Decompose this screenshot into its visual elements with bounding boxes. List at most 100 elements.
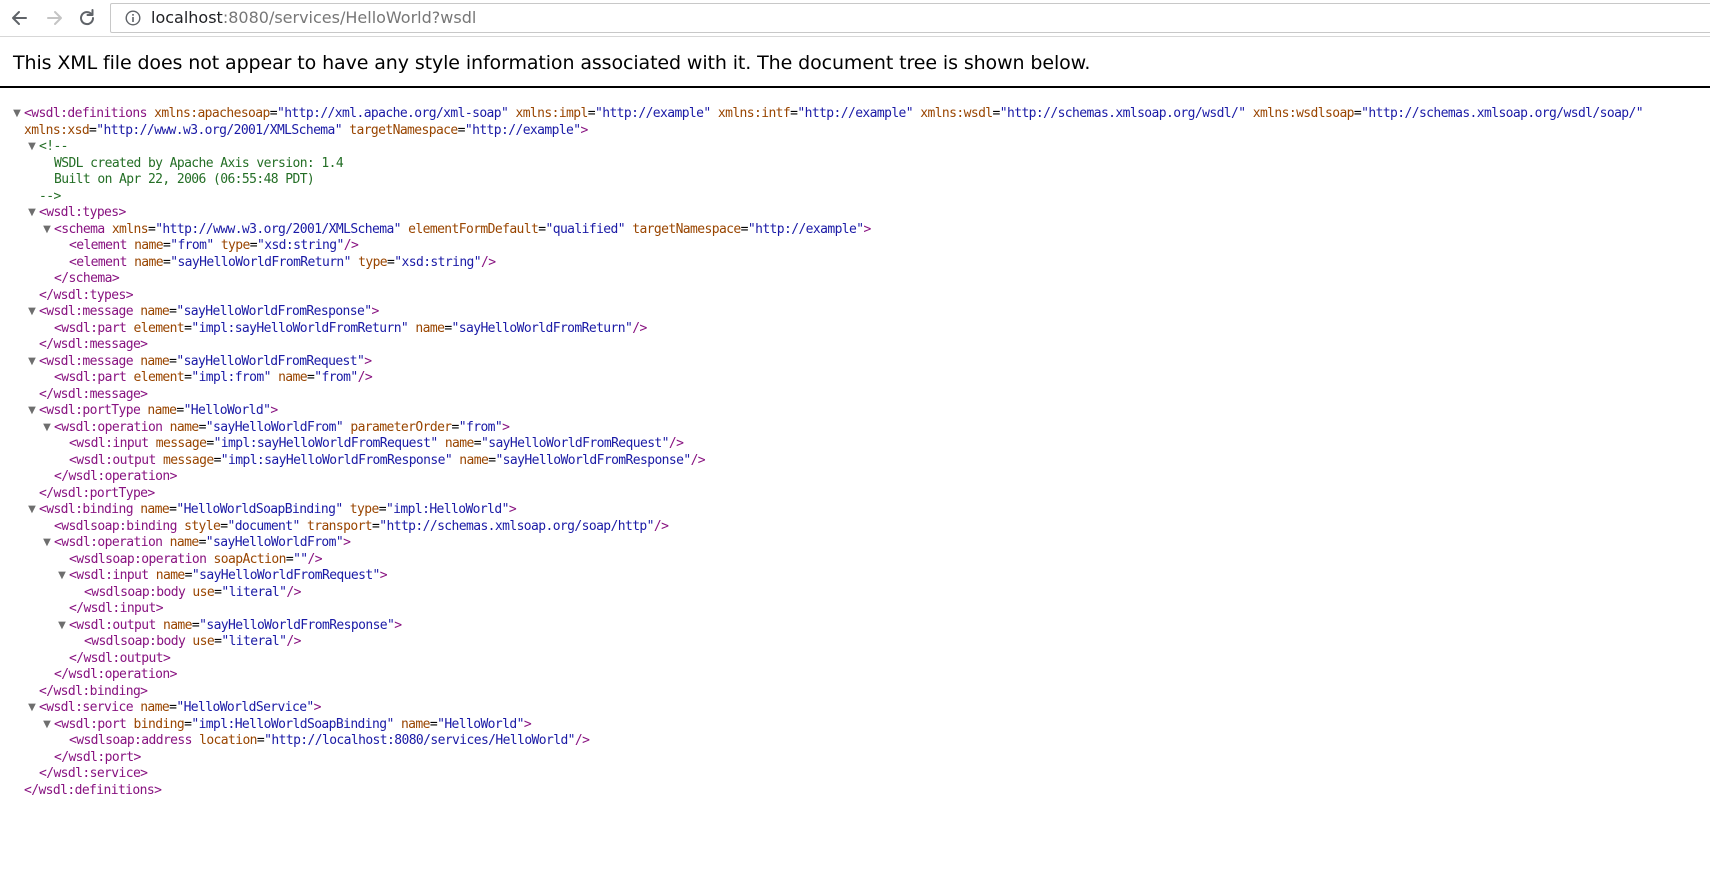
expand-triangle-icon[interactable]: ▼ [42,534,52,552]
tag-open: <wsdlsoap:address [69,733,192,748]
expand-triangle-icon[interactable]: ▼ [42,419,52,437]
tag-open: </wsdl:definitions> [24,782,162,798]
attribute-name: name [415,320,445,336]
tag-open: <element [69,238,127,253]
attribute-name: location [199,733,257,748]
tag-open: <wsdl:output [69,452,156,468]
attribute-name: type [349,502,380,517]
attribute-value: "sayHelloWorldFromReturn" [170,254,351,270]
xml-comment-line: --> [39,188,61,206]
attribute-name: style [184,518,221,534]
attribute-value: "from" [458,419,503,435]
expand-triangle-icon[interactable]: ▼ [57,567,67,585]
attribute-name: name [444,436,475,451]
xml-line: </wsdl:types> [39,287,134,305]
xml-line: </wsdl:message> [39,336,148,354]
expand-triangle-icon[interactable]: ▼ [42,221,52,239]
attribute-value: "sayHelloWorldFromRequest" [191,568,381,583]
reload-button[interactable] [73,4,101,32]
back-button[interactable] [6,4,34,32]
xml-line: ▼ <wsdl:message name="sayHelloWorldFromRe… [28,304,379,319]
expand-triangle-icon[interactable]: ▼ [27,699,37,717]
attribute-value: "http://schemas.xmlsoap.org/soap/http" [379,518,654,534]
tag-close: /> [632,320,647,336]
browser-toolbar: localhost:8080/services/HelloWorld?wsdl [0,0,1710,37]
xml-line: </wsdl:service> [39,765,148,783]
attribute-name: name [400,716,431,732]
xml-line: <element name="sayHelloWorldFromReturn" … [69,254,496,270]
tag-close: > [343,535,351,550]
attribute-value: "sayHelloWorldFromResponse" [176,304,372,319]
tag-close: /> [690,452,706,468]
attribute-name: name [140,700,170,715]
xml-line: <wsdlsoap:body use="literal"/> [84,634,301,649]
attribute-name: name [140,502,170,517]
attribute-value: "http://xml.apache.org/xml-soap" [276,106,509,121]
tag-open: <wsdl:part [54,320,127,336]
forward-button[interactable] [40,4,68,32]
attribute-value: "sayHelloWorldFrom" [205,535,344,550]
expand-triangle-icon[interactable]: ▼ [27,501,37,519]
tag-close: > [313,700,322,715]
tag-open: </wsdl:service> [39,766,148,781]
tag-close: > [379,568,388,583]
tag-open: <wsdl:input [69,568,149,583]
xml-line: </wsdl:operation> [54,666,177,684]
xml-comment-line: WSDL created by Apache Axis version: 1.4 [54,155,344,173]
tag-open: <wsdl:output [69,617,156,633]
expand-triangle-icon[interactable]: ▼ [57,617,67,635]
tag-open: </wsdl:message> [39,386,148,402]
attribute-name: type [358,254,388,270]
xml-line: </wsdl:output> [69,650,171,668]
xml-line: <wsdlsoap:address location="http://local… [69,733,590,748]
tag-open: <wsdlsoap:body [84,584,186,600]
attribute-name: message [162,452,214,468]
expand-triangle-icon[interactable]: ▼ [27,402,37,420]
expand-triangle-icon[interactable]: ▼ [27,204,37,222]
attribute-value: "xsd:string" [394,254,482,270]
expand-triangle-icon[interactable]: ▼ [27,303,37,321]
attribute-value: "impl:sayHelloWorldFromResponse" [220,452,453,468]
expand-triangle-icon[interactable]: ▼ [12,105,22,123]
attribute-name: element [133,370,185,385]
address-bar[interactable]: localhost:8080/services/HelloWorld?wsdl [110,3,1710,33]
tag-close: > [580,122,589,138]
xml-line: ▼ <wsdl:port binding="impl:HelloWorldSoap… [43,716,532,732]
xml-line: <wsdlsoap:operation soapAction=""/> [69,551,323,567]
tag-open: </wsdl:input> [69,601,164,616]
attribute-value: "sayHelloWorldFromReturn" [451,320,633,336]
attribute-name: name [162,617,193,633]
tag-open: <wsdl:types> [39,205,126,220]
attribute-value: "xsd:string" [256,238,344,253]
url-text[interactable]: localhost:8080/services/HelloWorld?wsdl [151,8,476,28]
expand-triangle-icon[interactable]: ▼ [27,353,37,371]
attribute-value: "http://www.w3.org/2001/XMLSchema" [155,221,401,237]
attribute-name: xmlns [111,221,149,237]
attribute-name: transport [306,518,373,534]
attribute-name: xmlns:wsdl [920,106,993,121]
url-host: localhost [151,8,223,27]
attribute-value: "from" [314,370,358,385]
tag-close: > [502,419,510,435]
attribute-value: "impl:sayHelloWorldFromReturn" [191,320,409,336]
attribute-name: binding [133,716,185,732]
attribute-name: name [140,304,170,319]
expand-triangle-icon[interactable]: ▼ [27,138,37,156]
comment-text: <!-- [39,139,69,154]
attribute-name: name [140,353,170,369]
forward-arrow-icon [47,11,62,25]
info-icon[interactable] [125,10,141,26]
tag-close: > [508,502,517,517]
tag-close: /> [286,584,301,600]
xml-line: </wsdl:definitions> [24,782,162,800]
attribute-name: xmlns:impl [515,106,588,121]
xml-line: ▼ <wsdl:message name="sayHelloWorldFromRe… [28,353,372,369]
comment-text: Built on Apr 22, 2006 (06:55:48 PDT) [54,172,315,187]
attribute-name: name [169,535,200,550]
expand-triangle-icon[interactable]: ▼ [42,716,52,734]
attribute-value: "literal" [221,634,287,649]
attribute-name: elementFormDefault [408,221,539,237]
attribute-value: "from" [170,238,214,253]
xml-line: </wsdl:binding> [39,683,148,701]
xml-line: </wsdl:input> [69,600,164,618]
